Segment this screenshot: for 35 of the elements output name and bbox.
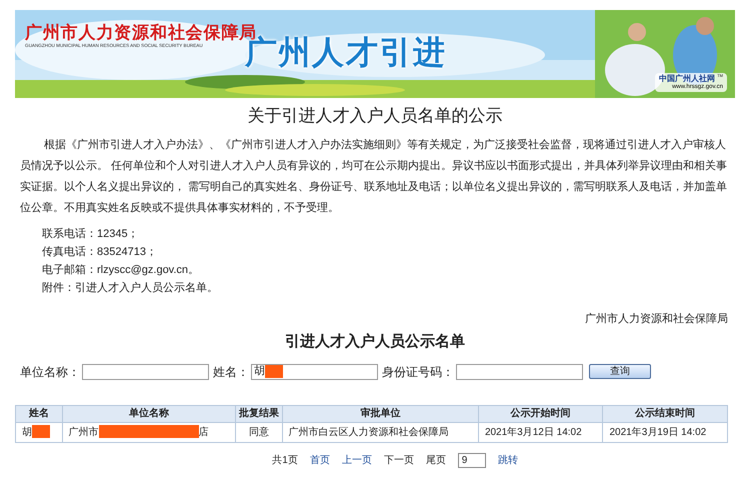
contact-line: 附件：引进人才入户人员公示名单。 (42, 280, 219, 296)
search-button[interactable]: 查询 (589, 364, 651, 379)
input-field[interactable]: 胡 (251, 364, 378, 380)
issuer-name: 广州市人力资源和社会保障局 (585, 312, 728, 327)
page-label: 下一页 (384, 454, 414, 468)
notice-title: 关于引进人才入户人员名单的公示 (246, 108, 504, 125)
table-cell: 广州市白云区人力资源和社会保障局 (282, 422, 478, 442)
field-label: 单位名称： (20, 364, 80, 380)
notice-paragraph: 根据《广州市引进人才入户办法》、《广州市引进人才入户办法实施细则》等有关规定，为广泛接受社会监督，现将通过引进人才入户审核人员情况予以公示。 任何单位和个人对引进人才入户人员有异议的，均可在公示期内提出。异议书应以书面形式提出，并具体列举异议理由和相关事实证据。以个人名义提出异议的， 需写明自己的真实姓名、身份证号、联系地址及电话；以单位名义提出异议的，需写明联系人及电话，并加盖单位公章。不用真实姓名反映或不提供具体事实材料的，不予受理。 (20, 138, 728, 216)
column-header: 单位名称 (62, 405, 236, 422)
page-number-field[interactable]: 9 (458, 452, 486, 468)
contact-line: 传真电话：83524713； (42, 245, 158, 260)
input-field[interactable] (82, 364, 209, 380)
field-label: 姓名： (213, 364, 249, 380)
page-link[interactable]: 上一页 (342, 452, 372, 468)
table-cell: 广州市 店 (62, 422, 236, 442)
column-header: 公示开始时间 (478, 405, 603, 422)
column-header: 批复结果 (236, 405, 282, 422)
input-field[interactable] (456, 364, 583, 380)
page-link[interactable]: 跳转 (498, 452, 518, 468)
contact-line: 联系电话：12345； (42, 226, 140, 242)
contact-line: 电子邮箱：rlzyscc@gz.gov.cn。 (42, 263, 200, 278)
column-header: 公示结束时间 (602, 405, 728, 422)
table-cell: 胡 (16, 422, 62, 442)
list-title: 引进人才入户人员公示名单 (284, 334, 466, 348)
page-label: 尾页 (426, 454, 446, 468)
field-label: 身份证号码： (382, 364, 454, 380)
table-cell: 同意 (236, 422, 282, 442)
page-label: 共1页 (272, 454, 298, 468)
table-cell: 2021年3月12日 14:02 (478, 422, 603, 442)
table-cell: 2021年3月19日 14:02 (602, 422, 728, 442)
page-link[interactable]: 首页 (310, 452, 330, 468)
column-header: 姓名 (16, 405, 62, 422)
logo-text: 中国广州人社网 (659, 74, 716, 84)
column-header: 审批单位 (282, 405, 478, 422)
